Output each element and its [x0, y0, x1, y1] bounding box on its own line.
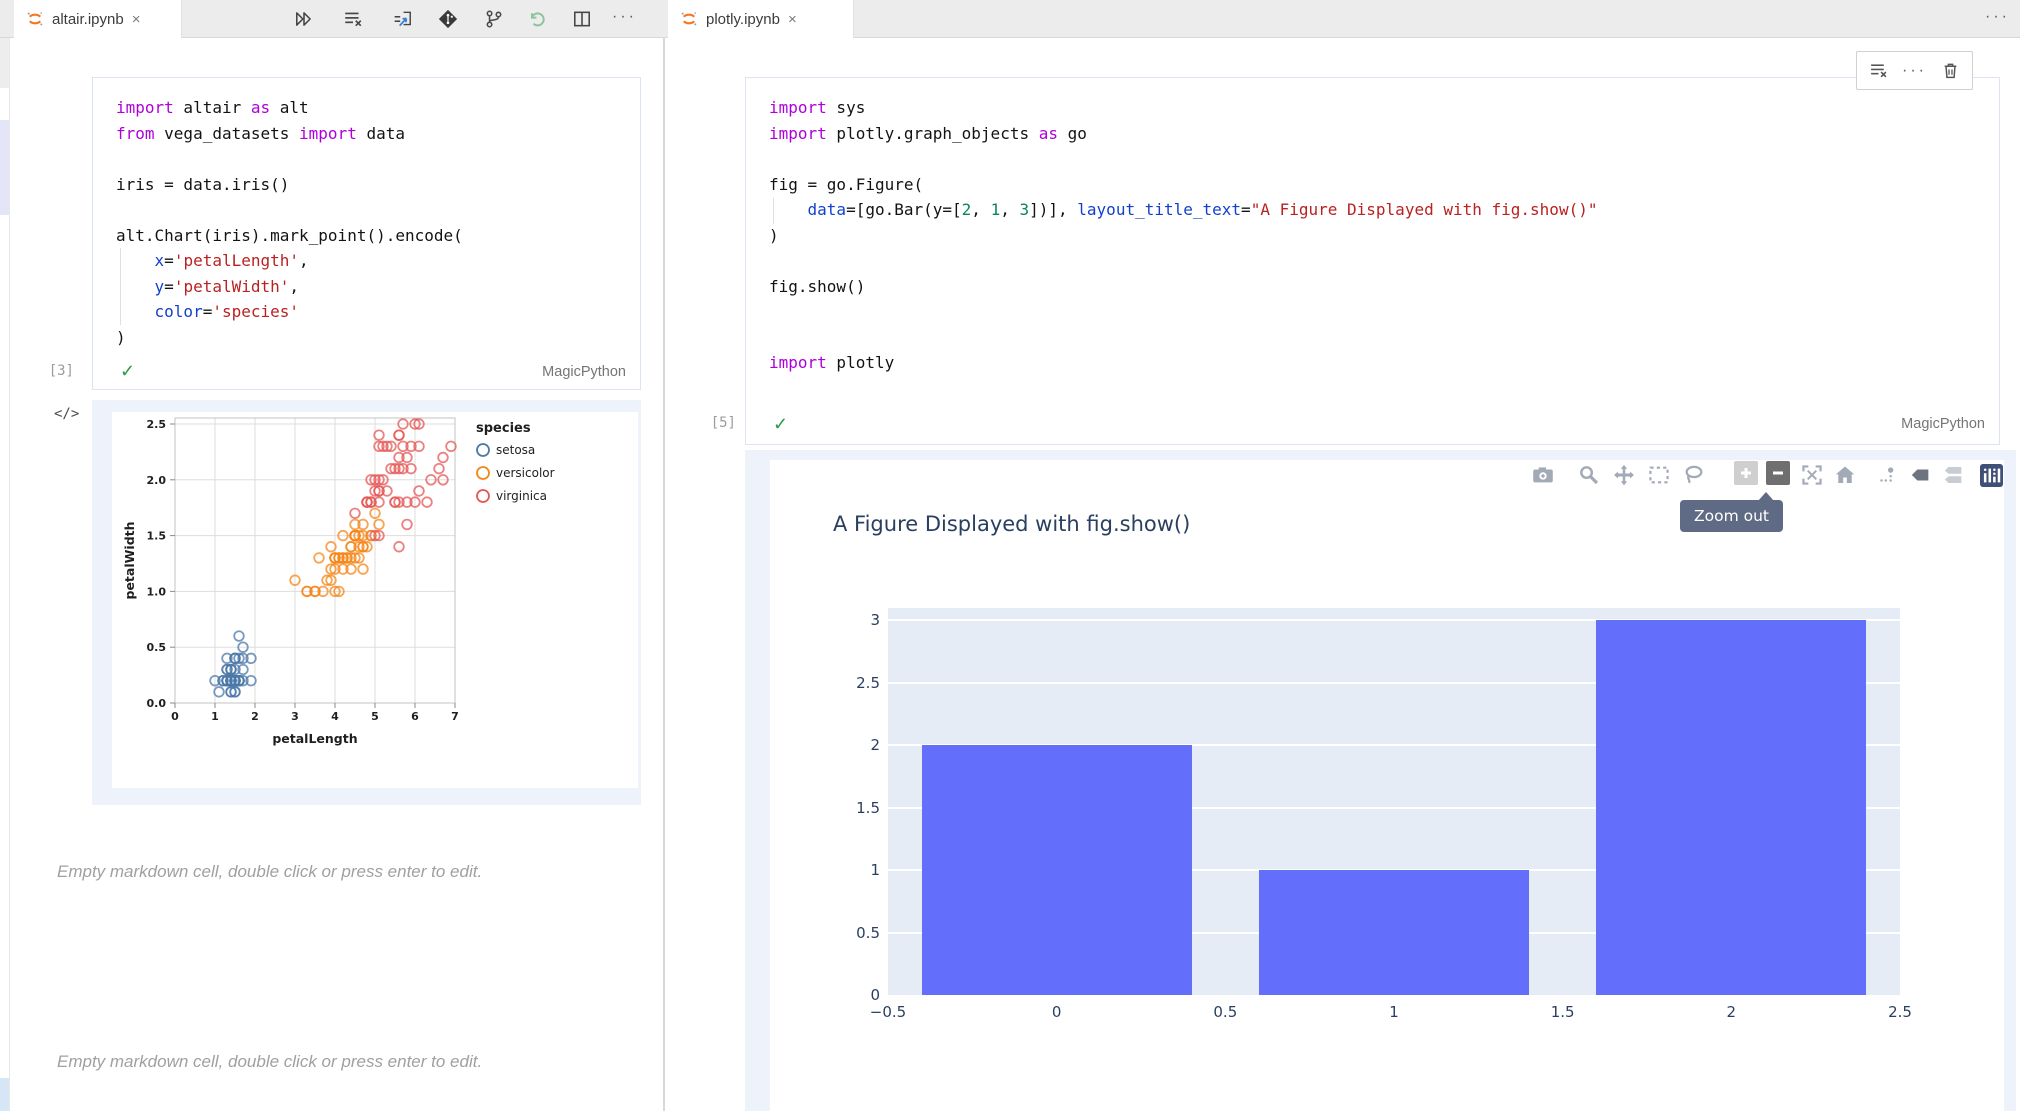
undo-icon[interactable] — [527, 9, 547, 29]
tab-overflow-icon[interactable]: ··· — [1985, 8, 2010, 26]
svg-text:virginica: virginica — [496, 489, 547, 503]
cell-language-label: MagicPython — [401, 364, 626, 380]
x-tick-label: 2.5 — [1860, 1003, 1940, 1021]
svg-text:setosa: setosa — [496, 443, 535, 457]
code-output-icon[interactable]: </> — [54, 406, 79, 422]
altair-chart-card: 0 1 2 3 4 5 6 7 0.0 0.5 1.0 1.5 2.0 2.5 petalLength pet… — [112, 412, 638, 788]
plotly-figure[interactable]: Zoom out A Figure Displayed with fig.sho… — [770, 460, 2004, 1111]
tab-label: altair.ipynb — [52, 11, 124, 28]
y-tick-label: 2 — [838, 736, 880, 754]
y-tick-label: 2.5 — [838, 674, 880, 692]
svg-text:1: 1 — [211, 710, 219, 723]
execution-count: [3] — [38, 363, 74, 379]
svg-text:petalWidth: petalWidth — [122, 521, 137, 599]
y-tick-label: 0 — [838, 986, 880, 1004]
scroll-indicator — [0, 120, 9, 215]
autoscale-icon[interactable] — [1801, 464, 1823, 486]
clear-outputs-icon[interactable] — [343, 9, 363, 29]
git-diamond-icon[interactable] — [438, 9, 458, 29]
export-console-icon[interactable] — [393, 9, 413, 29]
bar[interactable] — [922, 745, 1192, 995]
reset-axes-home-icon[interactable] — [1834, 464, 1856, 486]
indent-guide — [120, 248, 121, 325]
indent-guide — [773, 198, 774, 224]
split-view-icon[interactable] — [572, 9, 592, 29]
git-branch-icon[interactable] — [484, 9, 504, 29]
hover-compare-icon[interactable] — [1943, 464, 1965, 486]
altair-scatter-chart[interactable]: 0 1 2 3 4 5 6 7 0.0 0.5 1.0 1.5 2.0 2.5 petalLength pet… — [112, 412, 638, 788]
close-icon[interactable]: × — [132, 11, 141, 28]
svg-text:species: species — [476, 421, 531, 436]
x-tick-label: 0.5 — [1185, 1003, 1265, 1021]
svg-text:1.5: 1.5 — [147, 530, 167, 543]
tab-altair-notebook[interactable]: altair.ipynb × — [14, 0, 182, 38]
y-tick-label: 0.5 — [838, 924, 880, 942]
notebook-kernel-icon — [680, 10, 698, 28]
x-tick-label: 2 — [1691, 1003, 1771, 1021]
more-actions-icon[interactable]: ··· — [612, 8, 637, 26]
cell-status-check: ✓ — [120, 361, 135, 382]
x-tick-label: −0.5 — [848, 1003, 928, 1021]
svg-text:6: 6 — [411, 710, 419, 723]
trash-icon[interactable] — [1941, 61, 1960, 80]
svg-text:0.0: 0.0 — [147, 697, 167, 710]
zoom-in-button[interactable] — [1734, 461, 1758, 485]
x-tick-label: 1.5 — [1523, 1003, 1603, 1021]
x-tick-label: 1 — [1354, 1003, 1434, 1021]
empty-markdown-cell[interactable]: Empty markdown cell, double click or pre… — [57, 1052, 482, 1072]
svg-text:0.5: 0.5 — [147, 641, 167, 654]
close-icon[interactable]: × — [788, 11, 797, 28]
svg-text:petalLength: petalLength — [272, 731, 357, 746]
tab-label: plotly.ipynb — [706, 11, 780, 28]
y-tick-label: 1.5 — [838, 799, 880, 817]
svg-text:5: 5 — [371, 710, 379, 723]
tab-plotly-notebook[interactable]: plotly.ipynb × — [668, 0, 854, 38]
pan-icon[interactable] — [1613, 464, 1635, 486]
lasso-select-icon[interactable] — [1683, 464, 1705, 486]
svg-text:0: 0 — [171, 710, 179, 723]
zoom-icon[interactable] — [1578, 464, 1600, 486]
x-tick-label: 0 — [1017, 1003, 1097, 1021]
plotly-logo[interactable] — [1980, 464, 2003, 487]
execution-count: [5] — [700, 415, 736, 431]
notebook-kernel-icon — [26, 10, 44, 28]
panel-divider[interactable] — [663, 38, 665, 1111]
cell-language-label: MagicPython — [1760, 416, 1985, 432]
hover-closest-icon[interactable] — [1910, 464, 1932, 486]
scroll-indicator — [0, 1078, 9, 1111]
svg-text:1.0: 1.0 — [147, 585, 167, 598]
run-all-icon[interactable] — [294, 9, 314, 29]
svg-text:4: 4 — [331, 710, 339, 723]
svg-text:7: 7 — [451, 710, 459, 723]
bar[interactable] — [1259, 870, 1529, 995]
jupyterlab-window: altair.ipynb × — [0, 0, 2020, 1111]
code-cell-altair[interactable]: import altair as altfrom vega_datasets i… — [92, 77, 641, 390]
clear-outputs-icon[interactable] — [1869, 61, 1888, 80]
more-icon[interactable]: ··· — [1902, 62, 1927, 80]
toggle-spikelines-icon[interactable] — [1876, 464, 1898, 486]
code-editor[interactable]: import sysimport plotly.graph_objects as… — [769, 95, 1597, 376]
plotly-chart-title: A Figure Displayed with fig.show() — [833, 512, 1190, 536]
bar[interactable] — [1596, 620, 1866, 995]
code-editor[interactable]: import altair as altfrom vega_datasets i… — [116, 95, 463, 350]
y-tick-label: 1 — [838, 861, 880, 879]
svg-text:2.0: 2.0 — [147, 474, 167, 487]
box-select-icon[interactable] — [1648, 464, 1670, 486]
code-cell-plotly[interactable]: import sysimport plotly.graph_objects as… — [745, 77, 2000, 445]
output-area-altair: 0 1 2 3 4 5 6 7 0.0 0.5 1.0 1.5 2.0 2.5 petalLength pet… — [92, 400, 641, 805]
left-edge-strip — [0, 38, 10, 1111]
y-tick-label: 3 — [838, 611, 880, 629]
zoom-out-button[interactable] — [1766, 461, 1790, 485]
svg-text:3: 3 — [291, 710, 299, 723]
svg-text:2.5: 2.5 — [147, 418, 167, 431]
zoom-out-tooltip: Zoom out — [1680, 500, 1783, 532]
cell-status-check: ✓ — [773, 414, 788, 435]
svg-text:2: 2 — [251, 710, 259, 723]
camera-icon[interactable] — [1532, 464, 1554, 486]
empty-markdown-cell[interactable]: Empty markdown cell, double click or pre… — [57, 862, 482, 882]
tab-bar: altair.ipynb × — [0, 0, 2020, 38]
svg-text:versicolor: versicolor — [496, 466, 555, 480]
cell-toolbar: ··· — [1856, 51, 1973, 90]
